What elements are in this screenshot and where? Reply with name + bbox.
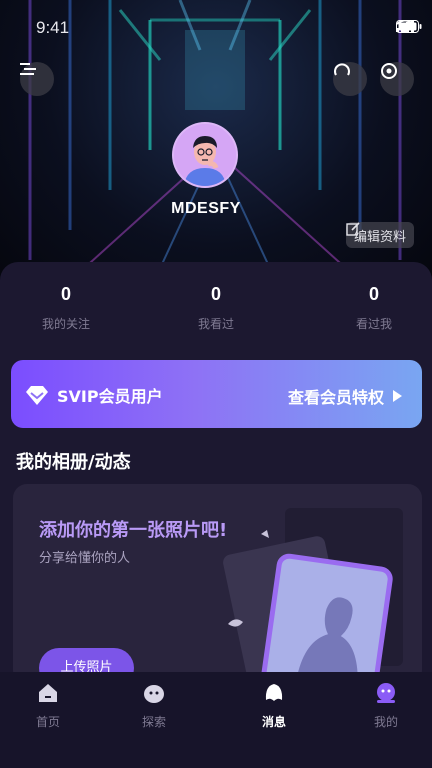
svip-action-label: 查看会员特权 bbox=[287, 388, 384, 407]
message-ghost-icon bbox=[265, 684, 283, 701]
diamond-icon bbox=[26, 386, 48, 405]
album-empty-title: 添加你的第一张照片吧! bbox=[39, 520, 228, 541]
status-time: 9:41 bbox=[36, 18, 70, 37]
stat-value: 0 bbox=[368, 284, 379, 304]
stat-label: 我的关注 bbox=[41, 317, 90, 331]
edit-icon bbox=[346, 222, 360, 236]
refresh-button[interactable] bbox=[333, 62, 367, 96]
stat-label: 我看过 bbox=[197, 317, 234, 331]
explore-icon bbox=[144, 685, 164, 703]
stat-visitors[interactable]: 0 看过我 bbox=[324, 284, 424, 332]
refresh-icon bbox=[334, 63, 350, 76]
profile-header-background: 9:41 MDESFY 编辑资料 bbox=[0, 0, 432, 290]
play-arrow-icon bbox=[393, 390, 402, 402]
tab-label: 我的 bbox=[373, 715, 398, 729]
stat-value: 0 bbox=[210, 284, 221, 304]
tab-label: 消息 bbox=[261, 715, 286, 729]
svip-benefits-link[interactable]: 查看会员特权 bbox=[288, 384, 402, 408]
tab-profile[interactable]: 我的 bbox=[346, 682, 426, 730]
stats-row: 0 我的关注 0 我看过 0 看过我 bbox=[0, 284, 432, 344]
username: MDESFY bbox=[171, 200, 241, 217]
profile-icon bbox=[377, 683, 395, 703]
battery-icon bbox=[396, 20, 422, 33]
menu-icon bbox=[20, 63, 36, 75]
stat-label: 看过我 bbox=[355, 317, 392, 331]
tab-label: 首页 bbox=[35, 715, 60, 729]
svip-label: SVIP会员用户 bbox=[57, 387, 163, 406]
bottom-tab-bar: 首页 探索 消息 我的 bbox=[0, 672, 432, 768]
target-icon bbox=[381, 63, 397, 79]
album-empty-subtitle: 分享给懂你的人 bbox=[39, 551, 131, 566]
stat-viewed[interactable]: 0 我看过 bbox=[166, 284, 266, 332]
status-bar: 9:41 bbox=[0, 14, 432, 42]
menu-button[interactable] bbox=[20, 62, 54, 96]
tab-explore[interactable]: 探索 bbox=[114, 682, 194, 730]
edit-profile-button[interactable]: 编辑资料 bbox=[345, 222, 414, 248]
home-icon bbox=[39, 684, 57, 702]
stat-following[interactable]: 0 我的关注 bbox=[16, 284, 116, 332]
tab-messages[interactable]: 消息 bbox=[234, 682, 314, 730]
svip-status: SVIP会员用户 bbox=[25, 383, 163, 407]
stat-value: 0 bbox=[60, 284, 71, 304]
avatar-illustration bbox=[174, 124, 236, 186]
album-section-title: 我的相册/动态 bbox=[16, 452, 131, 473]
svip-banner[interactable]: SVIP会员用户 查看会员特权 bbox=[11, 360, 422, 428]
settings-button[interactable] bbox=[380, 62, 414, 96]
tab-label: 探索 bbox=[141, 715, 166, 729]
avatar[interactable] bbox=[172, 122, 238, 188]
album-card: 添加你的第一张照片吧! 分享给懂你的人 上传照片 bbox=[13, 484, 422, 684]
tab-home[interactable]: 首页 bbox=[8, 682, 88, 730]
edit-profile-label: 编辑资料 bbox=[353, 229, 406, 245]
